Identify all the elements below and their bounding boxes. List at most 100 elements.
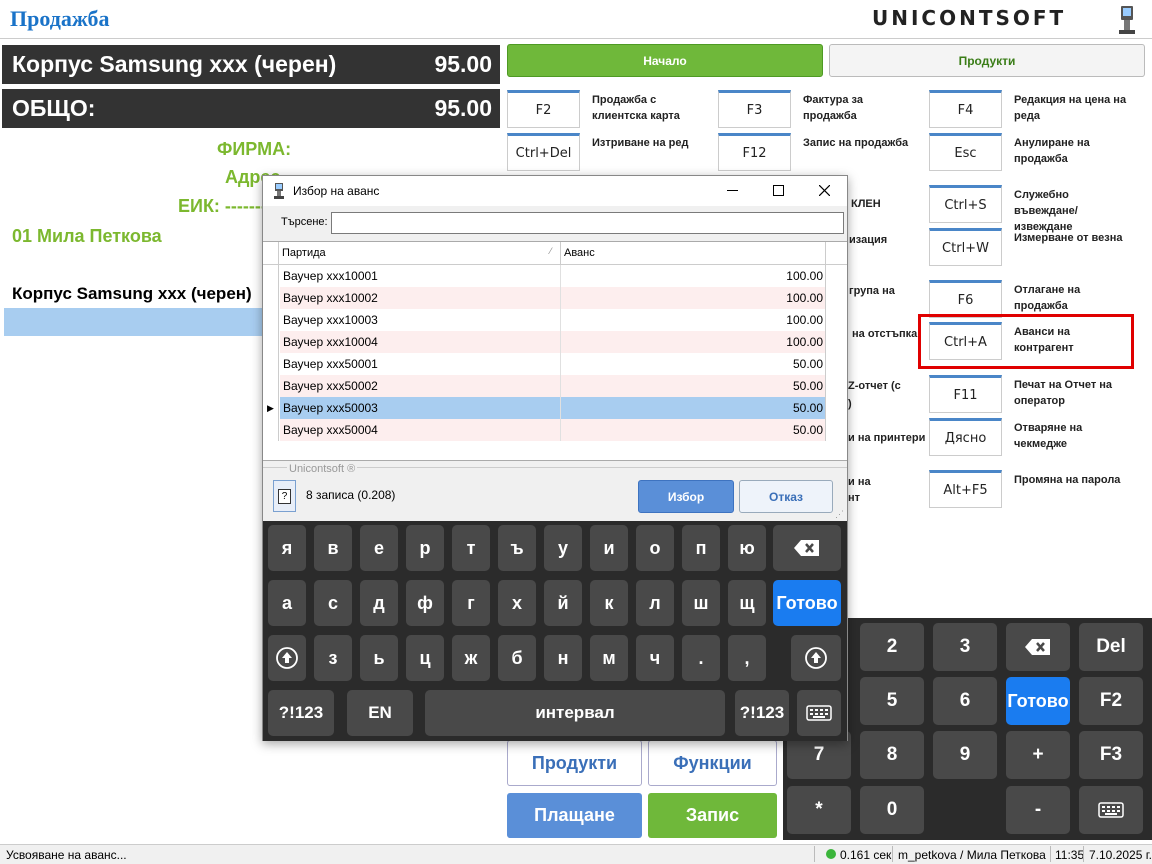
keyboard-key[interactable]: и — [590, 525, 628, 571]
numpad-key[interactable]: - — [1006, 786, 1070, 834]
numpad-key[interactable]: 2 — [860, 623, 924, 671]
keyboard-shift-key[interactable] — [268, 635, 306, 681]
receipt-selected-row[interactable] — [4, 308, 266, 336]
close-icon[interactable] — [819, 185, 830, 196]
cancel-button[interactable]: Отказ — [739, 480, 833, 513]
keyboard-key[interactable]: м — [590, 635, 628, 681]
table-row[interactable]: ▶ Ваучер xxx50003 50.00 — [263, 397, 847, 419]
maximize-icon[interactable] — [773, 185, 784, 196]
backspace-icon — [794, 540, 819, 556]
firm-label: ФИРМА: — [217, 139, 292, 159]
keyboard-key[interactable]: ф — [406, 580, 444, 626]
keyboard-key[interactable]: ц — [406, 635, 444, 681]
numpad-backspace-key[interactable] — [1006, 623, 1070, 671]
fkey-button[interactable]: F3 — [718, 90, 791, 128]
keyboard-key[interactable]: ъ — [498, 525, 536, 571]
keyboard-key[interactable]: а — [268, 580, 306, 626]
status-timing: 0.161 сек — [840, 848, 892, 862]
fkey-button[interactable]: Esc — [929, 133, 1002, 171]
keyboard-key[interactable]: е — [360, 525, 398, 571]
table-row[interactable]: Ваучер xxx50001 50.00 — [263, 353, 847, 375]
fkey-button[interactable]: Ctrl+Del — [507, 133, 580, 171]
keyboard-key[interactable]: . — [682, 635, 720, 681]
numpad-key[interactable]: 8 — [860, 731, 924, 779]
fkey-button[interactable]: F12 — [718, 133, 791, 171]
keyboard-key[interactable]: ч — [636, 635, 674, 681]
receipt-item[interactable]: Корпус Samsung xxx (черен) — [12, 284, 252, 304]
products-button[interactable]: Продукти — [507, 740, 642, 786]
keyboard-space-key[interactable]: интервал — [425, 690, 725, 736]
keyboard-key[interactable]: в — [314, 525, 352, 571]
keyboard-key[interactable]: я — [268, 525, 306, 571]
keyboard-key[interactable]: й — [544, 580, 582, 626]
numpad-key[interactable]: * — [787, 786, 851, 834]
keyboard-key[interactable]: у — [544, 525, 582, 571]
keyboard-key[interactable]: , — [728, 635, 766, 681]
shift-icon — [805, 647, 827, 669]
table-row[interactable]: Ваучер xxx10001 100.00 — [263, 265, 847, 287]
fkey-label-fragment: група на — [849, 285, 895, 297]
keyboard-key[interactable]: ж — [452, 635, 490, 681]
keyboard-backspace-key[interactable] — [773, 525, 841, 571]
table-row[interactable]: Ваучер xxx10002 100.00 — [263, 287, 847, 309]
help-button[interactable]: ? — [273, 480, 296, 512]
keyboard-symbols-key[interactable]: ?!123 — [735, 690, 789, 736]
numpad-key[interactable]: 6 — [933, 677, 997, 725]
operator-line: 01 Мила Петкова — [12, 226, 162, 246]
keyboard-key[interactable]: х — [498, 580, 536, 626]
numpad-key[interactable]: + — [1006, 731, 1070, 779]
tab-products[interactable]: Продукти — [829, 44, 1145, 77]
keyboard-key[interactable]: р — [406, 525, 444, 571]
record-count: 8 записа (0.208) — [306, 488, 396, 502]
numpad-f2-key[interactable]: F2 — [1079, 677, 1143, 725]
keyboard-key[interactable]: ю — [728, 525, 766, 571]
keyboard-key[interactable]: б — [498, 635, 536, 681]
fkey-label: Изтриване на ред — [592, 137, 689, 149]
terminal-icon — [274, 183, 284, 199]
keyboard-key[interactable]: щ — [728, 580, 766, 626]
keyboard-key[interactable]: л — [636, 580, 674, 626]
resize-grip-icon[interactable]: ⋰ — [835, 509, 844, 520]
column-header-advance[interactable]: Аванс — [564, 247, 595, 259]
tab-start[interactable]: Начало — [507, 44, 823, 77]
minimize-icon[interactable] — [727, 190, 738, 191]
numpad-f3-key[interactable]: F3 — [1079, 731, 1143, 779]
numpad-done-key[interactable]: Готово — [1006, 677, 1070, 725]
fkey-button[interactable]: F2 — [507, 90, 580, 128]
keyboard-key[interactable]: т — [452, 525, 490, 571]
table-row[interactable]: Ваучер xxx10004 100.00 — [263, 331, 847, 353]
keyboard-key[interactable]: к — [590, 580, 628, 626]
numpad-key[interactable]: 9 — [933, 731, 997, 779]
keyboard-key[interactable]: с — [314, 580, 352, 626]
numpad-keyboard-key[interactable] — [1079, 786, 1143, 834]
table-row[interactable]: Ваучер xxx50002 50.00 — [263, 375, 847, 397]
keyboard-symbols-key[interactable]: ?!123 — [268, 690, 334, 736]
functions-button[interactable]: Функции — [648, 740, 777, 786]
keyboard-key[interactable]: п — [682, 525, 720, 571]
numpad-key[interactable]: 5 — [860, 677, 924, 725]
fkey-button[interactable]: F4 — [929, 90, 1002, 128]
payment-button[interactable]: Плащане — [507, 793, 642, 838]
table-row[interactable]: Ваучер xxx10003 100.00 — [263, 309, 847, 331]
keyboard-key[interactable]: д — [360, 580, 398, 626]
keyboard-hide-key[interactable] — [797, 690, 841, 736]
keyboard-done-key[interactable]: Готово — [773, 580, 841, 626]
numpad-key[interactable]: 0 — [860, 786, 924, 834]
search-input[interactable] — [331, 212, 844, 234]
keyboard-shift-key[interactable] — [791, 635, 841, 681]
keyboard-language-key[interactable]: EN — [347, 690, 413, 736]
keyboard-key[interactable]: ш — [682, 580, 720, 626]
keyboard-key[interactable]: о — [636, 525, 674, 571]
table-row[interactable]: Ваучер xxx50004 50.00 — [263, 419, 847, 441]
keyboard-key[interactable]: ь — [360, 635, 398, 681]
current-item-name: Корпус Samsung xxx (черен) — [12, 51, 337, 77]
numpad-key[interactable]: 3 — [933, 623, 997, 671]
column-header-batch[interactable]: Партида — [282, 247, 326, 259]
keyboard-key[interactable]: г — [452, 580, 490, 626]
numpad-del-key[interactable]: Del — [1079, 623, 1143, 671]
save-button[interactable]: Запис — [648, 793, 777, 838]
keyboard-key[interactable]: з — [314, 635, 352, 681]
select-button[interactable]: Избор — [638, 480, 734, 513]
keyboard-key[interactable]: н — [544, 635, 582, 681]
status-time: 11:35 — [1055, 848, 1085, 862]
